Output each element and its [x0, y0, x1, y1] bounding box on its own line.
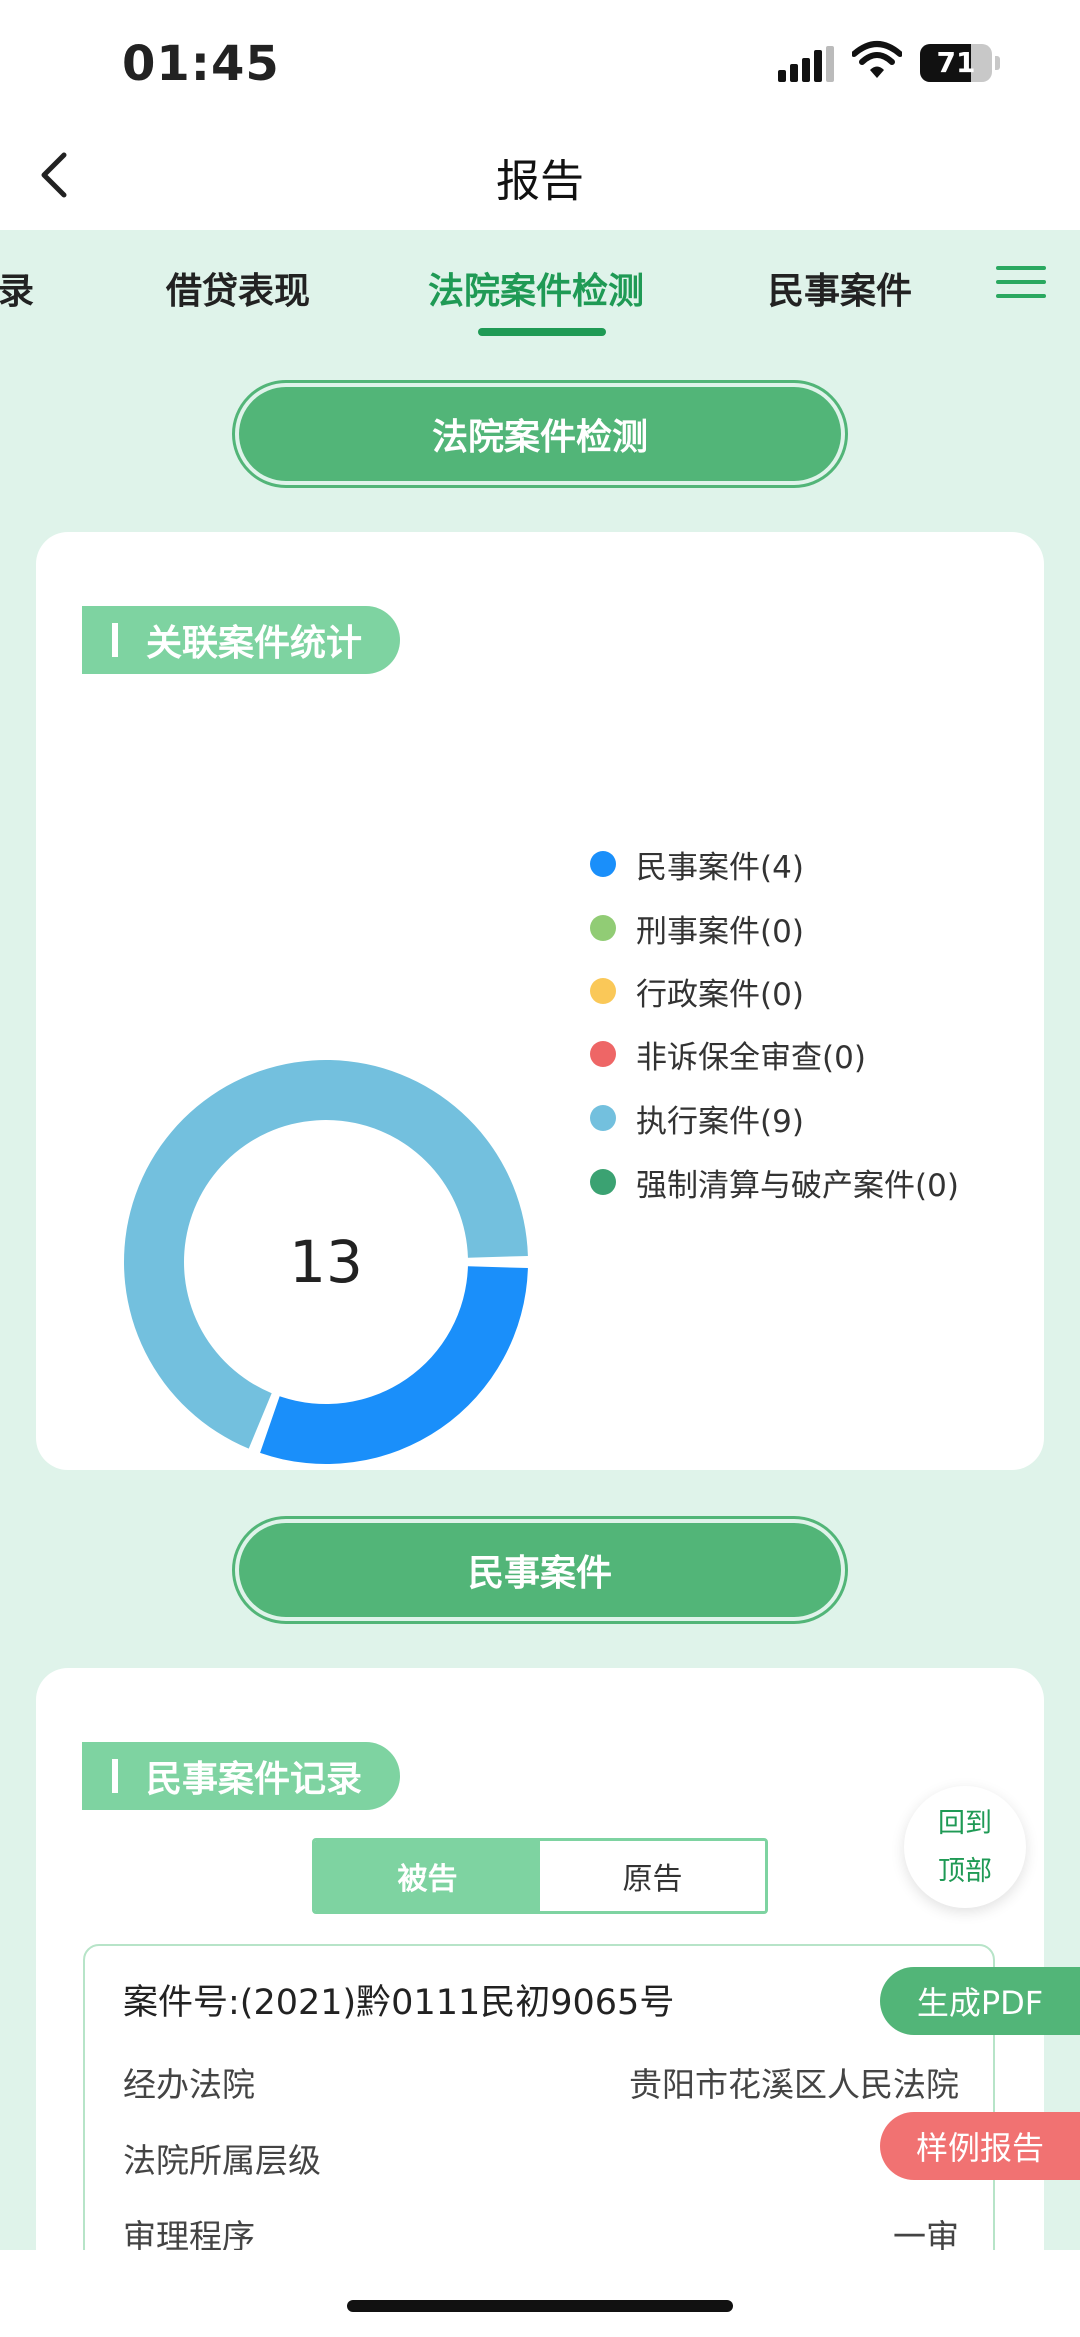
case-field-label: 法院所属层级 — [123, 2141, 321, 2180]
legend-item-bankruptcy[interactable]: 强制清算与破产案件(0) — [590, 1162, 959, 1204]
case-record[interactable]: 案件号:(2021)黔0111民初9065号 经办法院 贵阳市花溪区人民法院 法… — [83, 1944, 995, 2250]
back-to-top-label-1: 回到 — [938, 1808, 992, 1839]
case-row-court: 经办法院 贵阳市花溪区人民法院 — [123, 2058, 959, 2106]
back-to-top-button[interactable]: 回到 顶部 — [904, 1786, 1026, 1908]
card-label-text: 关联案件统计 — [146, 623, 363, 664]
legend-label: 民事案件(4) — [636, 849, 804, 886]
chart-center-total: 13 — [289, 1228, 363, 1296]
case-row-procedure: 审理程序 一审 — [123, 2210, 959, 2250]
tab-civil-cases[interactable]: 民事案件 — [768, 262, 912, 314]
battery-level: 71 — [936, 46, 976, 79]
case-stats-card: 关联案件统计 13 民事案件(4) 刑事案件(0) 行政案件(0) 非诉保全审查… — [36, 532, 1044, 1470]
legend-item-civil[interactable]: 民事案件(4) — [590, 844, 804, 886]
back-to-top-label-2: 顶部 — [938, 1856, 992, 1887]
card-label: 民事案件记录 — [82, 1742, 400, 1810]
case-field-value: 一审 — [893, 2217, 959, 2250]
party-role-toggle[interactable]: 被告 原告 — [312, 1838, 768, 1914]
report-content[interactable]: 记录 借贷表现 法院案件检测 民事案件 法院案件检测 关联案件统计 13 民事案… — [0, 230, 1080, 2250]
legend-dot — [590, 1169, 616, 1195]
generate-pdf-button[interactable]: 生成PDF — [880, 1967, 1080, 2035]
section-header-civil-cases: 民事案件 — [232, 1516, 848, 1624]
sample-report-button[interactable]: 样例报告 — [880, 2112, 1080, 2180]
section-header-court-case-detection: 法院案件检测 — [232, 380, 848, 488]
legend-dot — [590, 1105, 616, 1131]
legend-label: 行政案件(0) — [636, 976, 804, 1013]
status-time: 01:45 — [122, 36, 280, 92]
case-number: 案件号:(2021)黔0111民初9065号 — [123, 1983, 675, 2023]
legend-label: 执行案件(9) — [636, 1103, 804, 1140]
cellular-signal-icon — [778, 46, 834, 82]
active-tab-indicator — [478, 328, 606, 336]
legend-dot — [590, 1041, 616, 1067]
tab-records[interactable]: 记录 — [0, 262, 34, 314]
case-field-label: 经办法院 — [123, 2065, 255, 2104]
legend-item-enforcement[interactable]: 执行案件(9) — [590, 1098, 804, 1140]
home-indicator — [347, 2300, 733, 2312]
legend-label: 强制清算与破产案件(0) — [636, 1167, 959, 1204]
section-title: 民事案件 — [239, 1523, 841, 1617]
legend-item-preservation[interactable]: 非诉保全审查(0) — [590, 1034, 866, 1076]
legend-item-criminal[interactable]: 刑事案件(0) — [590, 908, 804, 950]
tab-court-case-detection[interactable]: 法院案件检测 — [428, 262, 644, 314]
legend-dot — [590, 851, 616, 877]
battery-icon: 71 — [920, 44, 1000, 84]
card-label-text: 民事案件记录 — [146, 1759, 363, 1800]
case-field-value: 贵阳市花溪区人民法院 — [629, 2065, 959, 2104]
legend-item-administrative[interactable]: 行政案件(0) — [590, 971, 804, 1013]
legend-label: 非诉保全审查(0) — [636, 1039, 866, 1076]
page-title: 报告 — [496, 156, 584, 207]
card-label: 关联案件统计 — [82, 606, 400, 674]
section-title: 法院案件检测 — [239, 387, 841, 481]
tab-loan-performance[interactable]: 借贷表现 — [166, 262, 310, 314]
wifi-icon — [852, 41, 902, 78]
segment-defendant[interactable]: 被告 — [315, 1841, 540, 1911]
legend-dot — [590, 915, 616, 941]
case-row-court-level: 法院所属层级 基层 — [123, 2134, 959, 2182]
legend-label: 刑事案件(0) — [636, 913, 804, 950]
case-field-label: 审理程序 — [123, 2217, 255, 2250]
legend-dot — [590, 978, 616, 1004]
segment-plaintiff[interactable]: 原告 — [540, 1841, 765, 1911]
menu-icon[interactable] — [996, 260, 1048, 304]
